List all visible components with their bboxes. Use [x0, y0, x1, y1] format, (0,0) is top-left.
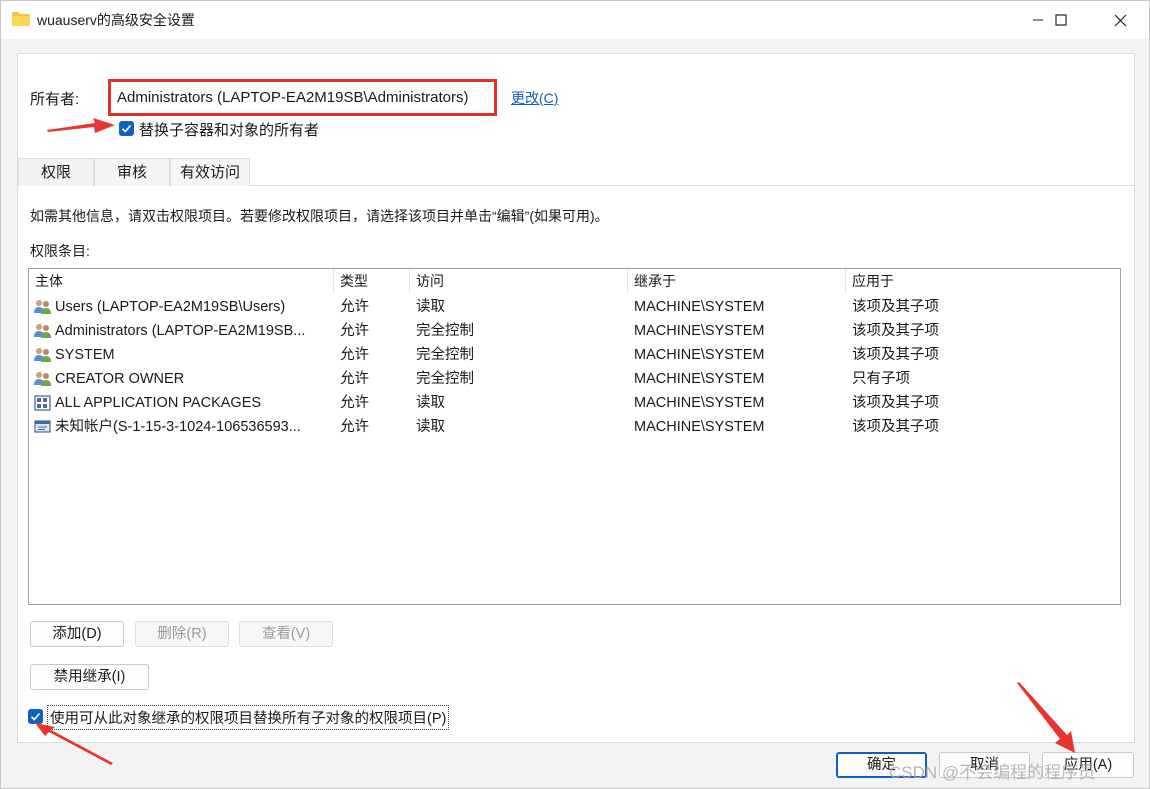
- cell-access: 读取: [416, 419, 445, 435]
- cell-principal: 未知帐户(S-1-15-3-1024-106536593...: [55, 419, 301, 435]
- watermark: CSDN @不会编程的程序员: [889, 763, 1096, 782]
- cell-inherited: MACHINE\SYSTEM: [634, 323, 765, 339]
- info-text: 如需其他信息，请双击权限项目。若要修改权限项目，请选择该项目并单击“编辑”(如果…: [30, 208, 609, 224]
- folder-icon: [12, 12, 30, 26]
- cell-access: 完全控制: [416, 371, 474, 387]
- title-bar: wuauserv的高级安全设置: [1, 1, 1149, 39]
- remove-button[interactable]: 删除(R): [135, 621, 229, 647]
- cell-type: 允许: [340, 371, 369, 387]
- cell-applies: 该项及其子项: [852, 395, 939, 411]
- add-button[interactable]: 添加(D): [30, 621, 124, 647]
- tab-auditing[interactable]: 审核: [94, 158, 170, 186]
- column-header-applies-to[interactable]: 应用于: [846, 269, 1120, 293]
- cell-principal: Administrators (LAPTOP-EA2M19SB...: [55, 323, 306, 339]
- replace-owner-label[interactable]: 替换子容器和对象的所有者: [139, 119, 319, 140]
- table-row[interactable]: ALL APPLICATION PACKAGES 允许 读取 MACHINE\SYST…: [29, 391, 1120, 415]
- cell-type: 允许: [340, 395, 369, 411]
- column-header-inherited-from[interactable]: 继承于: [628, 269, 846, 293]
- table-row[interactable]: 未知帐户(S-1-15-3-1024-106536593... 允许 读取 MACHI…: [29, 415, 1120, 439]
- maximize-button[interactable]: [1038, 1, 1084, 39]
- checkmark-icon: [121, 124, 132, 133]
- cell-type: 允许: [340, 323, 369, 339]
- cell-type: 允许: [340, 299, 369, 315]
- owner-value: Administrators (LAPTOP-EA2M19SB\Administ…: [108, 79, 497, 116]
- cell-type: 允许: [340, 419, 369, 435]
- permission-entries-list[interactable]: 主体 类型 访问 继承于 应用于 Users (LAPTOP-EA2M19SB\…: [28, 268, 1121, 605]
- cell-applies: 该项及其子项: [852, 299, 939, 315]
- maximize-icon: [1055, 14, 1067, 26]
- cell-access: 读取: [416, 299, 445, 315]
- content-panel: 所有者: Administrators (LAPTOP-EA2M19SB\Adm…: [17, 53, 1135, 743]
- table-row[interactable]: Users (LAPTOP-EA2M19SB\Users) 允许 读取 MACHINE…: [29, 295, 1120, 319]
- cell-inherited: MACHINE\SYSTEM: [634, 347, 765, 363]
- cell-principal: CREATOR OWNER: [55, 371, 185, 387]
- table-row[interactable]: SYSTEM 允许 完全控制 MACHINE\SYSTEM 该项及其子项: [29, 343, 1120, 367]
- cell-principal: ALL APPLICATION PACKAGES: [55, 395, 262, 411]
- table-row[interactable]: CREATOR OWNER 允许 完全控制 MACHINE\SYSTEM 只有子项: [29, 367, 1120, 391]
- annotation-arrow-apply: [1017, 682, 1075, 753]
- cell-applies: 该项及其子项: [852, 323, 939, 339]
- cell-principal: Users (LAPTOP-EA2M19SB\Users): [55, 299, 286, 315]
- table-row[interactable]: Administrators (LAPTOP-EA2M19SB... 允许 完全控制…: [29, 319, 1120, 343]
- replace-owner-checkbox[interactable]: [119, 121, 134, 136]
- cell-inherited: MACHINE\SYSTEM: [634, 419, 765, 435]
- change-owner-link[interactable]: 更改(C): [511, 88, 558, 108]
- tab-effective-access[interactable]: 有效访问: [170, 158, 250, 186]
- close-icon: [1114, 14, 1126, 26]
- cell-inherited: MACHINE\SYSTEM: [634, 371, 765, 387]
- annotation-arrow-owner: [47, 118, 115, 133]
- annotation-arrow-checkbox: [35, 723, 113, 765]
- cell-inherited: MACHINE\SYSTEM: [634, 395, 765, 411]
- column-header-principal[interactable]: 主体: [29, 269, 334, 293]
- cell-type: 允许: [340, 347, 369, 363]
- window-title: wuauserv的高级安全设置: [37, 12, 195, 28]
- security-dialog: wuauserv的高级安全设置 所有者: Administrators (LAP…: [0, 0, 1150, 789]
- cell-applies: 该项及其子项: [852, 419, 939, 435]
- column-header-type[interactable]: 类型: [334, 269, 410, 293]
- disable-inheritance-button[interactable]: 禁用继承(I): [30, 664, 149, 690]
- view-button[interactable]: 查看(V): [239, 621, 333, 647]
- cell-access: 完全控制: [416, 347, 474, 363]
- cell-applies: 该项及其子项: [852, 347, 939, 363]
- cell-principal: SYSTEM: [55, 347, 115, 363]
- cell-access: 读取: [416, 395, 445, 411]
- permission-entries-label: 权限条目:: [30, 243, 90, 259]
- owner-label: 所有者:: [30, 91, 80, 108]
- cell-access: 完全控制: [416, 323, 474, 339]
- close-button[interactable]: [1097, 1, 1143, 39]
- column-header-access[interactable]: 访问: [410, 269, 628, 293]
- cell-inherited: MACHINE\SYSTEM: [634, 299, 765, 315]
- cell-applies: 只有子项: [852, 371, 910, 387]
- tab-permissions[interactable]: 权限: [18, 158, 94, 186]
